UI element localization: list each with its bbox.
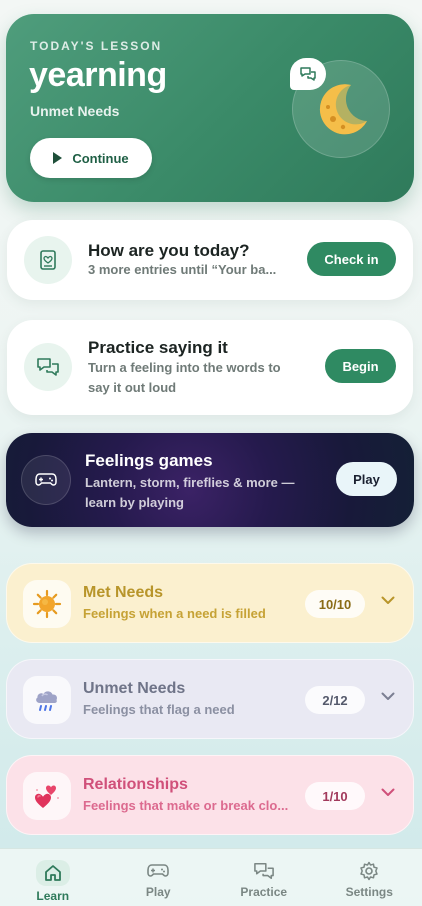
play-icon [53, 152, 63, 164]
nav-learn-label: Learn [36, 889, 70, 903]
relationships-subtitle: Feelings that make or break clo... [83, 798, 289, 813]
nav-practice[interactable]: Practice [211, 849, 317, 906]
hearts-icon [35, 785, 59, 808]
met-needs-subtitle: Feelings when a need is filled [83, 606, 266, 621]
home-icon [35, 860, 70, 886]
nav-play-label: Play [145, 885, 171, 899]
unmet-needs-count: 2/12 [305, 686, 365, 714]
relationships-icon-box [23, 772, 71, 820]
practice-title: Practice saying it [88, 338, 228, 357]
chevron-down-icon[interactable] [381, 692, 395, 701]
practice-subtitle-line1: Turn a feeling into the words to [88, 360, 281, 375]
bottom-nav: Learn Play Practice Settings [0, 848, 422, 906]
practice-icon-circle [24, 343, 72, 391]
checkin-button[interactable]: Check in [307, 242, 396, 276]
chat-bubbles-icon [300, 67, 316, 81]
lesson-word: yearning [29, 56, 167, 94]
begin-button[interactable]: Begin [325, 349, 396, 383]
practice-card[interactable]: Practice saying it Turn a feeling into t… [7, 320, 413, 415]
feelings-games-card[interactable]: Feelings games Lantern, storm, fireflies… [6, 433, 414, 527]
unmet-needs-icon-box [23, 676, 71, 724]
games-subtitle-line1: Lantern, storm, fireflies & more — [85, 475, 295, 490]
relationships-title: Relationships [83, 776, 188, 793]
moon-icon [319, 84, 367, 135]
checkin-subtitle: 3 more entries until “Your ba... [88, 262, 277, 277]
gamepad-icon-circle [21, 455, 71, 505]
journal-icon-circle [24, 236, 72, 284]
rain-cloud-icon [36, 691, 58, 711]
nav-settings[interactable]: Settings [317, 849, 422, 906]
nav-learn[interactable]: Learn [0, 849, 106, 906]
category-relationships[interactable]: Relationships Feelings that make or brea… [6, 755, 414, 835]
continue-label: Continue [72, 150, 129, 166]
relationships-count: 1/10 [305, 782, 365, 810]
checkin-card[interactable]: How are you today? 3 more entries until … [7, 220, 413, 300]
checkin-title: How are you today? [88, 241, 250, 260]
gamepad-icon [35, 473, 57, 486]
chevron-down-icon[interactable] [381, 596, 395, 605]
play-button[interactable]: Play [336, 462, 397, 496]
gamepad-icon [146, 860, 170, 882]
games-title: Feelings games [85, 451, 213, 470]
practice-subtitle-line2: say it out loud [88, 380, 177, 395]
nav-play[interactable]: Play [106, 849, 212, 906]
gear-icon [357, 860, 381, 882]
speak-bubble-badge[interactable] [290, 58, 326, 90]
games-subtitle-line2: learn by playing [85, 495, 184, 510]
lesson-eyebrow: TODAY'S LESSON [30, 39, 163, 53]
chevron-down-icon[interactable] [381, 788, 395, 797]
met-needs-count: 10/10 [305, 590, 365, 618]
met-needs-title: Met Needs [83, 584, 164, 601]
nav-practice-label: Practice [240, 885, 288, 899]
sun-icon [32, 589, 62, 619]
met-needs-icon-box [23, 580, 71, 628]
category-met-needs[interactable]: Met Needs Feelings when a need is filled… [6, 563, 414, 643]
chat-bubbles-icon [37, 358, 59, 376]
nav-settings-label: Settings [345, 885, 393, 899]
todays-lesson-card[interactable]: TODAY'S LESSON yearning Unmet Needs Cont… [6, 14, 414, 202]
chat-bubbles-icon [252, 860, 276, 882]
unmet-needs-title: Unmet Needs [83, 680, 186, 697]
category-unmet-needs[interactable]: Unmet Needs Feelings that flag a need 2/… [6, 659, 414, 739]
continue-button[interactable]: Continue [30, 138, 152, 178]
unmet-needs-subtitle: Feelings that flag a need [83, 702, 235, 717]
journal-icon [40, 250, 56, 270]
lesson-category: Unmet Needs [30, 103, 120, 119]
